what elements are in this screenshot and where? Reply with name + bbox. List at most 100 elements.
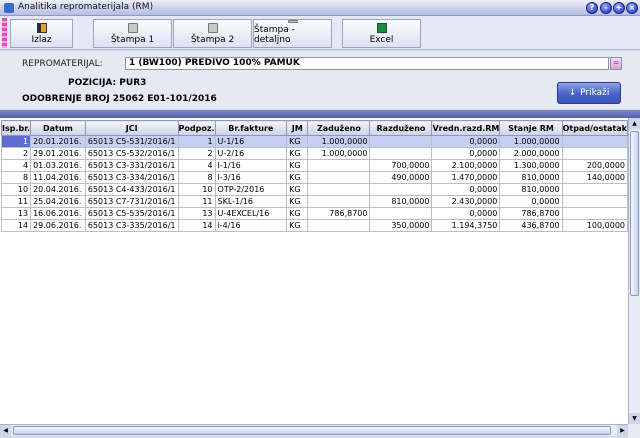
scroll-left-icon[interactable]: ◀ xyxy=(0,425,11,436)
table-cell xyxy=(307,171,371,184)
prikazi-label: Prikaži xyxy=(580,88,610,98)
horizontal-scrollbar[interactable]: ◀ ▶ xyxy=(0,424,628,436)
column-header[interactable]: Vredn.razd.RM xyxy=(431,120,501,136)
table-cell: 65013 C3-335/2016/1 xyxy=(84,219,179,232)
table-cell: 14 xyxy=(177,219,216,232)
table-cell: 8 xyxy=(0,171,32,184)
table-cell: 2.000,0000 xyxy=(499,147,563,160)
printer-icon xyxy=(287,20,298,23)
printer-icon xyxy=(207,23,218,33)
table-cell: 1.000,0000 xyxy=(307,135,371,148)
table-cell: 436,8700 xyxy=(499,219,563,232)
excel-label: Excel xyxy=(369,35,394,45)
table-cell xyxy=(307,195,371,208)
table-cell: 0,0000 xyxy=(431,135,501,148)
table-cell xyxy=(561,195,628,208)
table-cell: KG xyxy=(286,171,309,184)
column-header[interactable]: JCI xyxy=(84,120,179,136)
table-cell: 700,0000 xyxy=(369,159,433,172)
table-row[interactable]: 4 01.03.2016. 65013 C3-331/2016/1 4 I-1/16 KG… xyxy=(0,159,628,172)
table-cell: 490,0000 xyxy=(369,171,433,184)
table-cell: 1.000,0000 xyxy=(499,135,563,148)
table-cell: 01.03.2016. xyxy=(30,159,86,172)
table-cell: 13 xyxy=(177,207,216,220)
table-cell: 29.06.2016. xyxy=(30,219,86,232)
table-cell: 810,0000 xyxy=(369,195,433,208)
table-row[interactable]: 8 11.04.2016. 65013 C3-334/2016/1 8 I-3/16 KG… xyxy=(0,171,628,184)
table-cell: 1.000,0000 xyxy=(307,147,371,160)
scroll-right-icon[interactable]: ▶ xyxy=(617,425,628,436)
table-cell: KG xyxy=(286,219,309,232)
vertical-scroll-thumb[interactable] xyxy=(630,131,639,296)
column-header[interactable]: Razduženo xyxy=(369,120,433,136)
excel-button[interactable]: Excel xyxy=(342,19,421,48)
table-cell: 350,0000 xyxy=(369,219,433,232)
table-cell xyxy=(369,207,433,220)
table-cell: i-4/16 xyxy=(214,219,288,232)
table-row[interactable]: 10 20.04.2016. 65013 C4-433/2016/1 10 OTP-2/… xyxy=(0,183,628,196)
table-cell: 4 xyxy=(177,159,216,172)
table-row[interactable]: 1 20.01.2016. 65013 C5-531/2016/1 1 U-1/16 KG… xyxy=(0,135,628,148)
excel-icon xyxy=(376,23,387,33)
table-cell: 65013 C5-535/2016/1 xyxy=(84,207,179,220)
repromaterijal-field[interactable]: 1 (BW100) PREDIVO 100% PAMUK xyxy=(125,57,609,70)
stampa-detaljno-label: Štampa - detaljno xyxy=(254,25,295,45)
table-cell: KG xyxy=(286,195,309,208)
table-row[interactable]: 13 16.06.2016. 65013 C5-535/2016/1 13 U-4EXC… xyxy=(0,207,628,220)
table-cell: 140,0000 xyxy=(561,171,628,184)
exit-icon xyxy=(36,23,47,33)
stampa-detaljno-button[interactable]: Štampa - detaljno xyxy=(253,19,332,48)
scroll-up-icon[interactable]: ▲ xyxy=(629,118,640,129)
table-cell: 20.04.2016. xyxy=(30,183,86,196)
table-cell xyxy=(369,135,433,148)
column-header[interactable]: Podpoz. xyxy=(177,120,216,136)
printer-icon xyxy=(127,23,138,33)
table-cell: 0,0000 xyxy=(431,147,501,160)
table-cell: KG xyxy=(286,207,309,220)
table-cell: 810,0000 xyxy=(499,183,563,196)
stampa2-button[interactable]: Štampa 2 xyxy=(173,19,252,48)
table-cell: 2.100,0000 xyxy=(431,159,501,172)
column-header[interactable]: Otpad/ostatak xyxy=(561,120,628,136)
column-header[interactable]: Br.fakture xyxy=(214,120,288,136)
repromaterijal-dropdown-button[interactable]: = xyxy=(610,57,622,70)
maximize-button[interactable]: + xyxy=(613,2,625,14)
column-header[interactable]: Zaduženo xyxy=(307,120,371,136)
help-button[interactable]: ? xyxy=(586,2,598,14)
table-cell: KG xyxy=(286,159,309,172)
table-cell: SKL-1/16 xyxy=(214,195,288,208)
table-cell: 1.470,0000 xyxy=(431,171,501,184)
table-cell: U-2/16 xyxy=(214,147,288,160)
izlaz-button[interactable]: Izlaz xyxy=(10,19,73,48)
table-cell xyxy=(307,219,371,232)
minimize-button[interactable]: - xyxy=(600,2,612,14)
scroll-down-icon[interactable]: ▼ xyxy=(629,413,640,424)
table-cell: 13 xyxy=(0,207,32,220)
table-cell: 65013 C3-331/2016/1 xyxy=(84,159,179,172)
table-cell: 16.06.2016. xyxy=(30,207,86,220)
column-header[interactable]: Stanje RM xyxy=(499,120,563,136)
table-cell: 10 xyxy=(0,183,32,196)
table-row[interactable]: 14 29.06.2016. 65013 C3-335/2016/1 14 i-4/16… xyxy=(0,219,628,232)
stampa1-button[interactable]: Štampa 1 xyxy=(93,19,172,48)
table-cell xyxy=(307,159,371,172)
vertical-scrollbar[interactable]: ▲ ▼ xyxy=(628,118,640,424)
prikazi-button[interactable]: ↓ Prikaži xyxy=(557,82,621,104)
table-row[interactable]: 11 25.04.2016. 65013 C7-731/2016/1 11 SKL-1/… xyxy=(0,195,628,208)
column-header[interactable]: Isp.br. xyxy=(0,120,32,136)
close-button[interactable]: × xyxy=(626,2,638,14)
izlaz-label: Izlaz xyxy=(31,35,52,45)
horizontal-scroll-thumb[interactable] xyxy=(13,426,611,435)
table-cell: 14 xyxy=(0,219,32,232)
table-row[interactable]: 2 29.01.2016. 65013 C5-532/2016/1 2 U-2/16 KG… xyxy=(0,147,628,160)
table-header-row: Isp.br. Datum JCI Podpoz. Br.fakture JM Zaduže… xyxy=(0,120,628,136)
column-header[interactable]: JM xyxy=(286,120,309,136)
table-cell: KG xyxy=(286,147,309,160)
table-cell: KG xyxy=(286,183,309,196)
column-header[interactable]: Datum xyxy=(30,120,86,136)
table-cell: 65013 C5-532/2016/1 xyxy=(84,147,179,160)
data-grid[interactable]: Isp.br. Datum JCI Podpoz. Br.fakture JM Zaduže… xyxy=(0,118,628,424)
table-cell: 11.04.2016. xyxy=(30,171,86,184)
table-cell xyxy=(307,183,371,196)
table-cell xyxy=(369,183,433,196)
